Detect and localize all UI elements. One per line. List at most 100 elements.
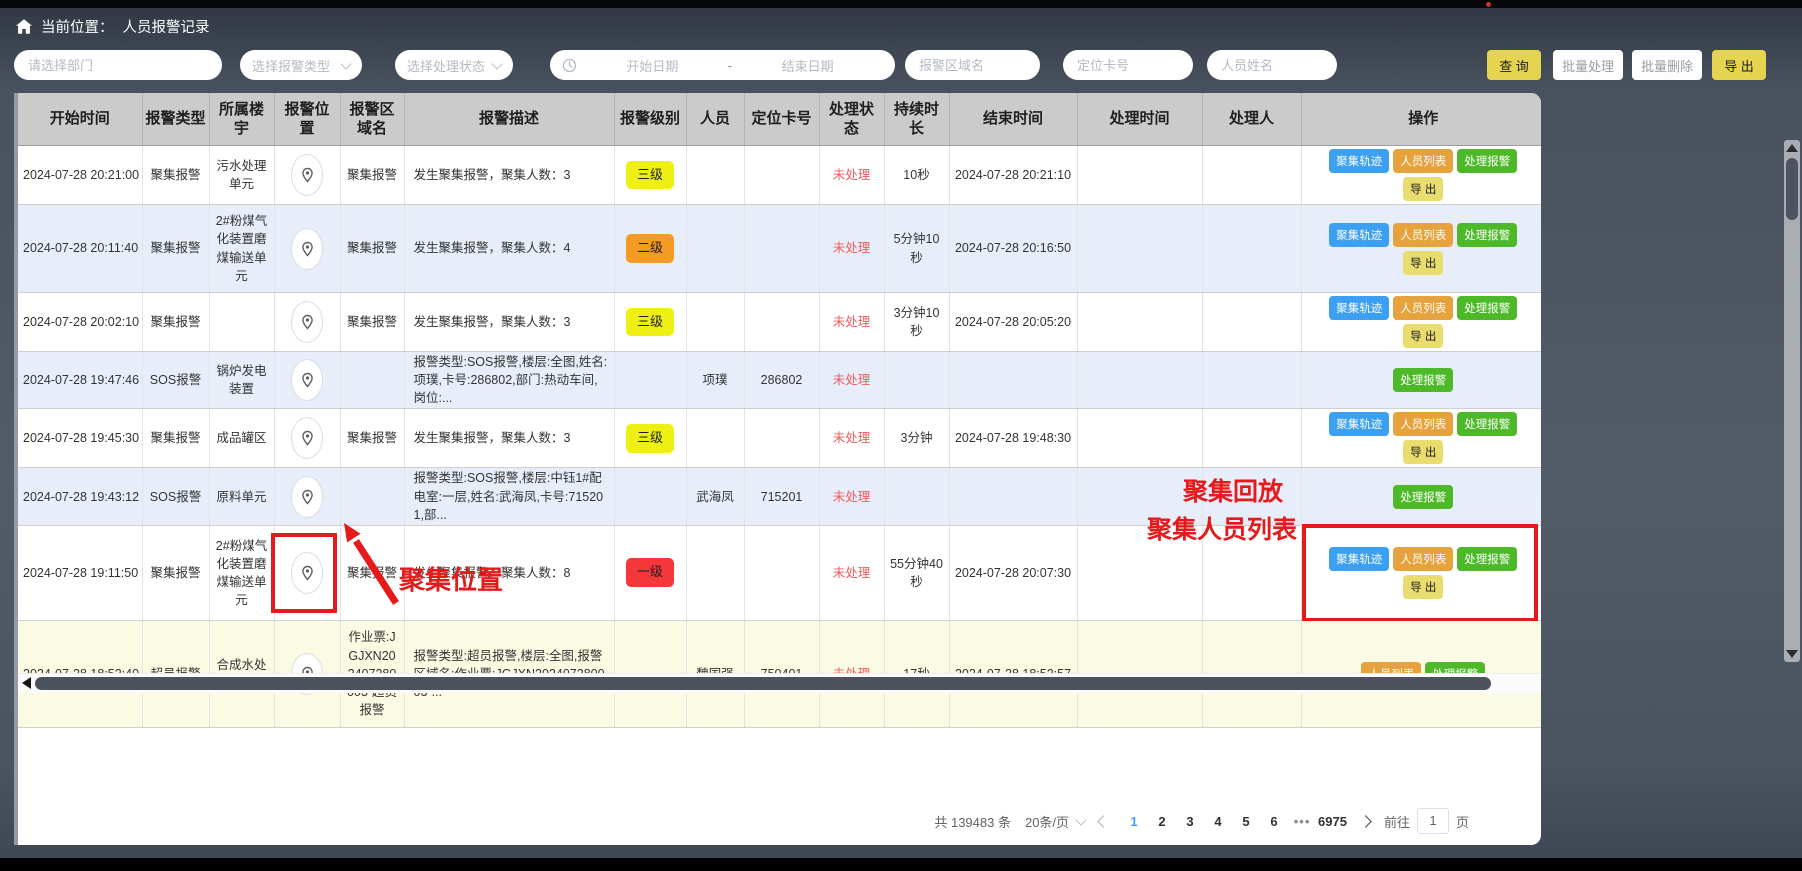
date-range-picker[interactable]: 开始日期 - 结束日期 [550,50,895,80]
cell-actions: 聚集轨迹人员列表处理报警导 出 [1301,205,1541,293]
page-ellipsis[interactable]: ••• [1290,814,1314,829]
area-name-input[interactable] [905,50,1040,80]
row-action-export-button[interactable]: 导 出 [1403,324,1443,348]
row-action-person-list-button[interactable]: 人员列表 [1393,547,1453,571]
cell-card [744,525,819,620]
page-number-6[interactable]: 6 [1262,814,1286,829]
column-header: 持续时长 [884,93,949,146]
next-page-button[interactable] [1359,815,1372,828]
row-action-cluster-track-button[interactable]: 聚集轨迹 [1329,296,1389,320]
page-number-5[interactable]: 5 [1234,814,1258,829]
location-pin-button[interactable] [291,359,323,401]
home-icon[interactable] [16,19,32,34]
row-action-handle-alarm-button[interactable]: 处理报警 [1393,368,1453,392]
row-action-export-button[interactable]: 导 出 [1403,575,1443,599]
alarm-table-header: 开始时间报警类型所属楼宇报警位置报警区域名报警描述报警级别人员定位卡号处理状态持… [18,93,1541,146]
alarm-records-panel: 开始时间报警类型所属楼宇报警位置报警区域名报警描述报警级别人员定位卡号处理状态持… [14,93,1541,845]
scroll-left-arrow-icon[interactable] [22,677,31,689]
row-action-person-list-button[interactable]: 人员列表 [1393,296,1453,320]
row-action-export-button[interactable]: 导 出 [1403,177,1443,201]
page-number-4[interactable]: 4 [1206,814,1230,829]
cell-alarm-position [274,525,340,620]
row-action-handle-alarm-button[interactable]: 处理报警 [1457,223,1517,247]
cell-alarm-type: 聚集报警 [142,146,209,205]
column-header: 开始时间 [18,93,142,146]
column-header: 所属楼宇 [209,93,274,146]
row-action-cluster-track-button[interactable]: 聚集轨迹 [1329,149,1389,173]
department-input[interactable] [14,50,222,80]
cell-alarm-type: SOS报警 [142,468,209,525]
cell-building: 锅炉发电装置 [209,352,274,409]
cell-handler [1202,205,1301,293]
row-action-cluster-track-button[interactable]: 聚集轨迹 [1329,547,1389,571]
column-header: 报警描述 [404,93,614,146]
table-row: 2024-07-28 19:11:50聚集报警2#粉煤气化装置磨煤输送单元聚集报… [18,525,1541,620]
column-header: 报警区域名 [340,93,404,146]
clock-icon [562,58,577,73]
cell-alarm-type: 聚集报警 [142,409,209,468]
row-action-export-button[interactable]: 导 出 [1403,251,1443,275]
query-button[interactable]: 查 询 [1487,50,1541,80]
location-pin-button[interactable] [291,154,323,196]
cell-actions: 聚集轨迹人员列表处理报警导 出 [1301,409,1541,468]
row-action-handle-alarm-button[interactable]: 处理报警 [1457,296,1517,320]
page-number-1[interactable]: 1 [1122,814,1146,829]
cell-alarm-type: 聚集报警 [142,205,209,293]
row-action-cluster-track-button[interactable]: 聚集轨迹 [1329,412,1389,436]
table-row: 2024-07-28 20:02:10聚集报警聚集报警发生聚集报警，聚集人数：3… [18,293,1541,352]
cell-alarm-position [274,468,340,525]
scroll-down-arrow-icon[interactable] [1786,650,1798,658]
cell-alarm-position [274,352,340,409]
cell-end-time [949,468,1077,525]
page-number-3[interactable]: 3 [1178,814,1202,829]
column-header: 处理时间 [1077,93,1202,146]
handle-status-select[interactable]: 选择处理状态 [395,50,513,80]
horizontal-scrollbar-thumb[interactable] [35,677,1491,690]
person-name-input[interactable] [1207,50,1337,80]
alarm-type-select[interactable]: 选择报警类型 [240,50,362,80]
location-pin-icon [301,241,314,257]
row-action-person-list-button[interactable]: 人员列表 [1393,223,1453,247]
alarm-level-badge: 三级 [626,161,674,190]
batch-delete-button[interactable]: 批量删除 [1632,50,1702,80]
vertical-scrollbar-thumb[interactable] [1786,158,1798,220]
cell-building: 2#粉煤气化装置磨煤输送单元 [209,525,274,620]
location-pin-button[interactable] [291,476,323,518]
batch-handle-button[interactable]: 批量处理 [1553,50,1623,80]
cell-actions: 处理报警 [1301,468,1541,525]
location-pin-button[interactable] [291,417,323,459]
page-size-select[interactable]: 20条/页 [1025,812,1085,831]
cell-level: 一级 [614,525,686,620]
row-action-export-button[interactable]: 导 出 [1403,440,1443,464]
cell-card: 286802 [744,352,819,409]
location-pin-button[interactable] [291,301,323,343]
cell-description: 发生聚集报警，聚集人数：3 [404,146,614,205]
location-pin-button[interactable] [291,552,323,594]
row-action-handle-alarm-button[interactable]: 处理报警 [1457,547,1517,571]
cell-card [744,205,819,293]
row-action-person-list-button[interactable]: 人员列表 [1393,412,1453,436]
cell-building [209,293,274,352]
cell-actions: 聚集轨迹人员列表处理报警导 出 [1301,146,1541,205]
cell-handle-time [1077,525,1202,620]
page-number-2[interactable]: 2 [1150,814,1174,829]
cell-duration: 3分钟 [884,409,949,468]
table-row: 2024-07-28 19:43:12SOS报警原料单元报警类型:SOS报警,楼… [18,468,1541,525]
start-date-placeholder: 开始日期 [577,56,728,75]
row-action-person-list-button[interactable]: 人员列表 [1393,149,1453,173]
scroll-up-arrow-icon[interactable] [1786,144,1798,152]
cell-handle-time [1077,293,1202,352]
cell-actions: 聚集轨迹人员列表处理报警导 出 [1301,293,1541,352]
export-button[interactable]: 导 出 [1712,50,1766,80]
goto-page-input[interactable]: 1 [1417,808,1449,834]
row-action-handle-alarm-button[interactable]: 处理报警 [1457,412,1517,436]
cell-duration: 10秒 [884,146,949,205]
card-number-input[interactable] [1063,50,1193,80]
prev-page-button[interactable] [1097,815,1110,828]
page-number-6975[interactable]: 6975 [1318,814,1347,829]
cell-duration [884,352,949,409]
row-action-cluster-track-button[interactable]: 聚集轨迹 [1329,223,1389,247]
row-action-handle-alarm-button[interactable]: 处理报警 [1393,485,1453,509]
row-action-handle-alarm-button[interactable]: 处理报警 [1457,149,1517,173]
location-pin-button[interactable] [291,228,323,270]
